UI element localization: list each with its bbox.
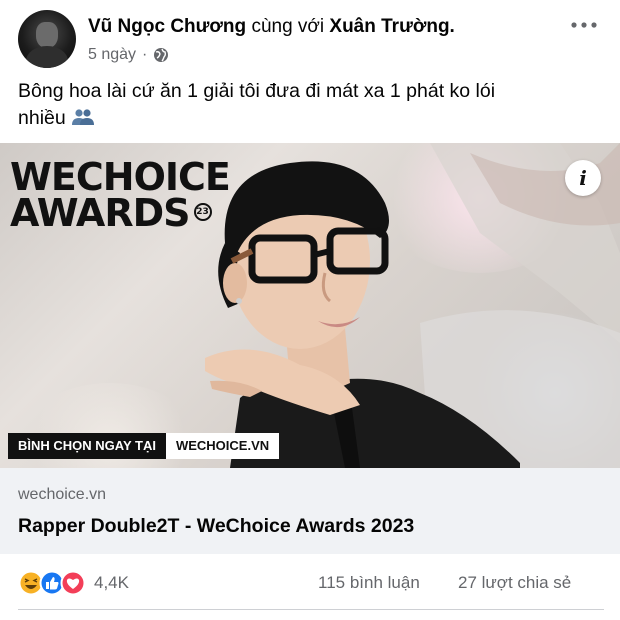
tagged-name[interactable]: Xuân Trường. [329, 16, 454, 37]
avatar-head-shape [36, 22, 58, 48]
divider [18, 609, 604, 610]
brand-row2: AWARDS 23 [10, 191, 230, 235]
post-text-line2: nhiều [18, 107, 66, 129]
share-count[interactable]: 27 lượt chia sẻ [458, 573, 571, 593]
more-horizontal-icon[interactable] [570, 18, 598, 32]
with-text: cùng với [251, 16, 325, 37]
post-header: Vũ Ngọc Chương cùng với Xuân Trường. 5 n… [0, 0, 620, 72]
brand-line1: WECHOICE [10, 155, 231, 199]
reaction-icons[interactable] [18, 570, 90, 596]
wechoice-logo: WECHOICE AWARDS 23 [10, 155, 231, 235]
people-silhouette-icon [71, 109, 94, 125]
post-text-line1: Bông hoa lài cứ ăn 1 giải tôi đưa đi mát… [18, 80, 496, 102]
reactions-bar: 4,4K 115 bình luận 27 lượt chia sẻ [0, 566, 620, 602]
author-name[interactable]: Vũ Ngọc Chương [88, 16, 246, 37]
avatar-body-shape [26, 46, 68, 68]
globe-icon [154, 48, 169, 62]
meta-separator: · [142, 46, 148, 63]
vote-banner: BÌNH CHỌN NGAY TẠI WECHOICE.VN [8, 433, 280, 459]
author-line: Vũ Ngọc Chương cùng với Xuân Trường. [88, 15, 455, 39]
link-domain: wechoice.vn [18, 486, 107, 503]
link-title[interactable]: Rapper Double2T - WeChoice Awards 2023 [18, 515, 414, 538]
brand-line2: AWARDS [10, 191, 190, 235]
post-meta: 5 ngày · [88, 46, 169, 64]
post-text-line2-wrap: nhiều [18, 105, 598, 132]
post-time[interactable]: 5 ngày [88, 46, 136, 64]
comment-count[interactable]: 115 bình luận [318, 573, 420, 593]
year-badge: 23 [193, 203, 212, 221]
love-icon [60, 570, 86, 596]
haha-icon [18, 570, 44, 596]
avatar[interactable] [18, 10, 76, 68]
vote-label: BÌNH CHỌN NGAY TẠI [8, 433, 166, 459]
info-button[interactable]: i [565, 160, 601, 196]
vote-site: WECHOICE.VN [165, 433, 280, 459]
link-preview-meta[interactable]: wechoice.vn Rapper Double2T - WeChoice A… [0, 468, 620, 554]
reaction-count[interactable]: 4,4K [94, 573, 129, 593]
post-text: Bông hoa lài cứ ăn 1 giải tôi đưa đi mát… [18, 78, 598, 132]
like-icon [39, 570, 65, 596]
link-preview-image[interactable]: WECHOICE AWARDS 23 BÌNH CHỌN NGAY TẠI WE… [0, 143, 620, 468]
